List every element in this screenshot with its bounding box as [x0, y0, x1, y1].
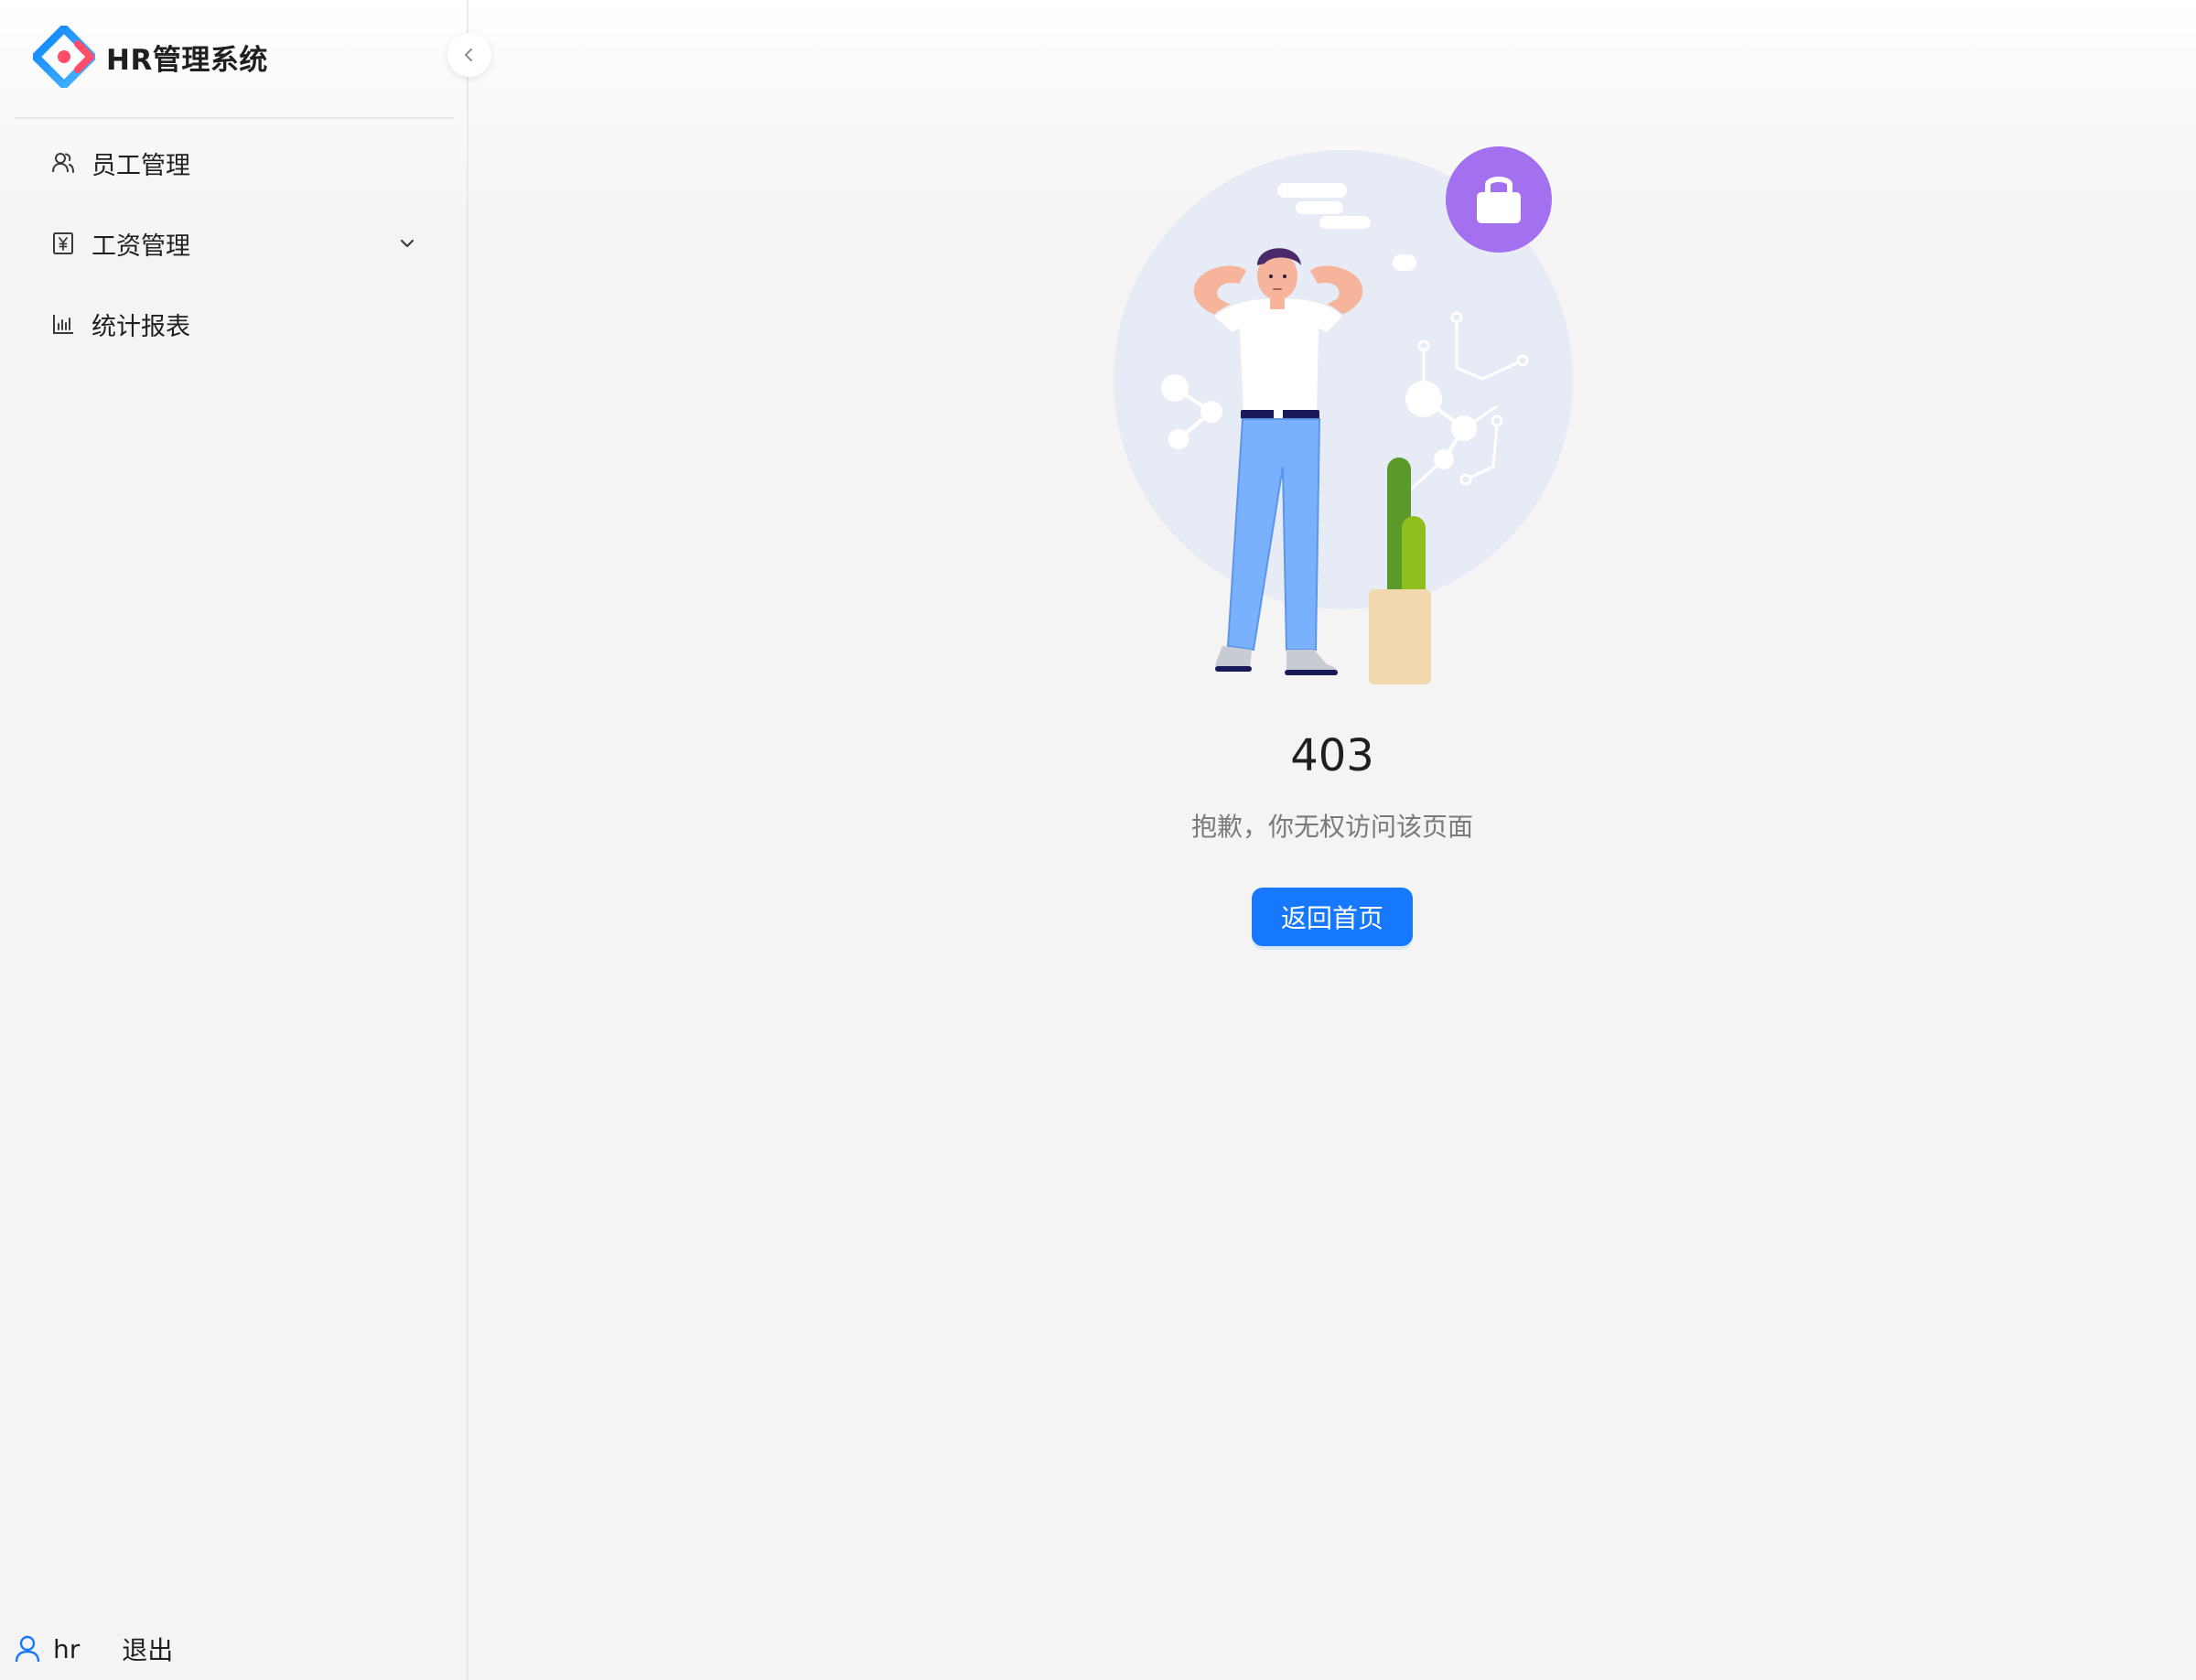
sidebar-item-employee-management[interactable]: 员工管理: [15, 123, 454, 203]
logo-icon: [33, 26, 95, 88]
bar-chart-icon: [51, 312, 75, 336]
sidebar-item-label: 工资管理: [92, 232, 190, 261]
sidebar-item-label: 员工管理: [92, 151, 190, 180]
user-icon: [15, 1635, 40, 1663]
salary-icon: [51, 232, 75, 255]
error-message: 抱歉，你无权访问该页面: [1190, 812, 1473, 842]
logout-button[interactable]: 退出: [122, 1631, 173, 1667]
back-home-button[interactable]: 返回首页: [1252, 888, 1413, 946]
user-bar: hr 退出: [15, 1631, 173, 1667]
sidebar-item-statistics-report[interactable]: 统计报表: [15, 284, 454, 364]
app-root: HR管理系统 员工管理 工资管理 统计报表 hr 退出 403 抱歉，你无权访问…: [0, 0, 2196, 1680]
app-logo[interactable]: HR管理系统: [33, 26, 268, 88]
logo-divider: [15, 117, 454, 119]
main-content: 403 抱歉，你无权访问该页面 返回首页: [468, 0, 2196, 1680]
app-title: HR管理系统: [106, 43, 268, 77]
sidebar-item-label: 统计报表: [92, 312, 190, 341]
user-group-icon: [51, 151, 75, 175]
sidebar-menu: 员工管理 工资管理 统计报表: [15, 123, 454, 364]
sidebar: HR管理系统 员工管理 工资管理 统计报表 hr 退出: [0, 0, 491, 1680]
user-name: hr: [53, 1633, 81, 1664]
sidebar-item-salary-management[interactable]: 工资管理: [15, 203, 454, 284]
forbidden-illustration: [1114, 146, 1573, 684]
status-code: 403: [1290, 730, 1374, 781]
chevron-down-icon[interactable]: [397, 233, 417, 253]
